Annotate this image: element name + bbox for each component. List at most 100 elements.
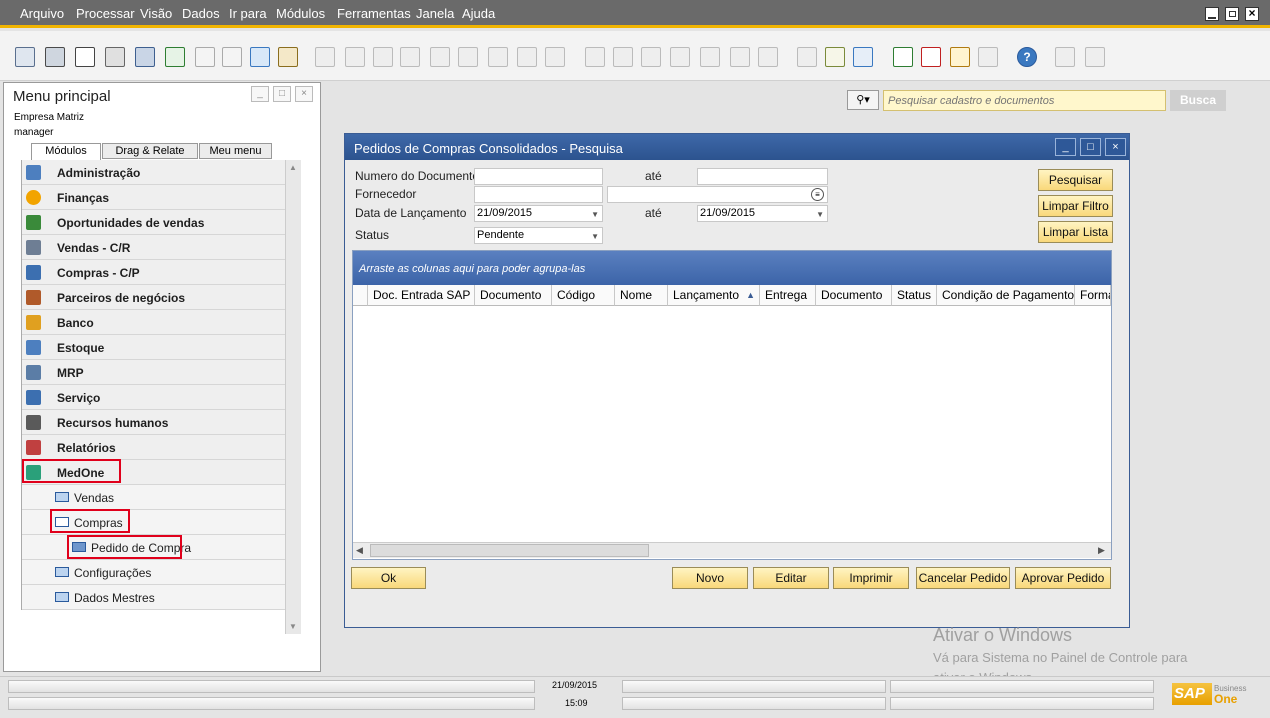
scroll-up-icon[interactable]: ▲	[289, 163, 297, 172]
menu-visao[interactable]: Visão	[140, 6, 172, 21]
limpar-filtro-button[interactable]: Limpar Filtro	[1038, 195, 1113, 217]
filter-icon[interactable]	[517, 47, 537, 67]
menu-processar[interactable]: Processar	[76, 6, 135, 21]
pesquisar-button[interactable]: Pesquisar	[1038, 169, 1113, 191]
col-documento-2[interactable]: Documento	[816, 285, 892, 306]
menu-ajuda[interactable]: Ajuda	[462, 6, 495, 21]
scroll-left-icon[interactable]: ◀	[356, 545, 363, 556]
message-icon[interactable]	[921, 47, 941, 67]
col-status[interactable]: Status	[892, 285, 937, 306]
user-settings-icon[interactable]	[1085, 47, 1105, 67]
col-documento[interactable]: Documento	[475, 285, 552, 306]
dashboard-icon[interactable]	[950, 47, 970, 67]
grid-hscrollbar[interactable]: ◀ ▶	[353, 542, 1111, 558]
add-icon[interactable]	[345, 47, 365, 67]
fornecedor-name-field[interactable]: ≡	[607, 186, 828, 203]
folder-configuracoes[interactable]: Configurações	[22, 560, 285, 585]
sms-icon[interactable]	[105, 47, 125, 67]
sort-icon[interactable]	[545, 47, 565, 67]
col-doc-entrada-sap[interactable]: Doc. Entrada SAP	[368, 285, 475, 306]
settings-doc-icon[interactable]	[825, 47, 845, 67]
module-administracao[interactable]: Administração	[22, 160, 285, 185]
app-restore-button[interactable]	[1225, 7, 1239, 21]
form-settings-icon[interactable]	[853, 47, 873, 67]
email-icon[interactable]	[75, 47, 95, 67]
find-icon[interactable]	[315, 47, 335, 67]
customize-icon[interactable]	[1055, 47, 1075, 67]
volume-weight-icon[interactable]	[730, 47, 750, 67]
module-banco[interactable]: Banco	[22, 310, 285, 335]
module-estoque[interactable]: Estoque	[22, 335, 285, 360]
search-button[interactable]: Busca	[1170, 90, 1226, 111]
folder-vendas[interactable]: Vendas	[22, 485, 285, 510]
previous-record-icon[interactable]	[400, 47, 420, 67]
limpar-lista-button[interactable]: Limpar Lista	[1038, 221, 1113, 243]
refresh-icon[interactable]	[488, 47, 508, 67]
calendar-icon[interactable]	[893, 47, 913, 67]
print-icon[interactable]	[45, 47, 65, 67]
novo-button[interactable]: Novo	[672, 567, 748, 589]
help-icon[interactable]: ?	[1017, 47, 1037, 67]
module-rh[interactable]: Recursos humanos	[22, 410, 285, 435]
col-nome[interactable]: Nome	[615, 285, 668, 306]
data-from-field[interactable]: 21/09/2015 ▼	[474, 205, 603, 222]
tab-drag-relate[interactable]: Drag & Relate	[102, 143, 198, 159]
payment-means-icon[interactable]	[670, 47, 690, 67]
panel-maximize-button[interactable]: □	[273, 86, 291, 102]
module-mrp[interactable]: MRP	[22, 360, 285, 385]
ok-button[interactable]: Ok	[351, 567, 426, 589]
col-condicao-pagamento[interactable]: Condição de Pagamento	[937, 285, 1075, 306]
col-lancamento[interactable]: Lançamento ▲	[668, 285, 760, 306]
panel-close-button[interactable]: ×	[295, 86, 313, 102]
module-compras[interactable]: Compras - C/P	[22, 260, 285, 285]
tab-meu-menu[interactable]: Meu menu	[199, 143, 272, 159]
menu-janela[interactable]: Janela	[416, 6, 454, 21]
journal-entry-icon[interactable]	[641, 47, 661, 67]
next-record-icon[interactable]	[430, 47, 450, 67]
menu-modulos[interactable]: Módulos	[276, 6, 325, 21]
launch-app-icon[interactable]	[250, 47, 270, 67]
panel-minimize-button[interactable]: _	[251, 86, 269, 102]
module-servico[interactable]: Serviço	[22, 385, 285, 410]
module-parceiros[interactable]: Parceiros de negócios	[22, 285, 285, 310]
search-input[interactable]	[883, 90, 1166, 111]
imprimir-button[interactable]: Imprimir	[833, 567, 909, 589]
gross-profit-icon[interactable]	[700, 47, 720, 67]
form-close-button[interactable]: ×	[1105, 138, 1126, 156]
aprovar-pedido-button[interactable]: Aprovar Pedido	[1015, 567, 1111, 589]
base-document-icon[interactable]	[585, 47, 605, 67]
numero-from-field[interactable]	[474, 168, 603, 185]
menu-dados[interactable]: Dados	[182, 6, 220, 21]
last-record-icon[interactable]	[458, 47, 478, 67]
target-document-icon[interactable]	[613, 47, 633, 67]
lock-screen-icon[interactable]	[278, 47, 298, 67]
scroll-down-icon[interactable]: ▼	[289, 622, 297, 631]
form-maximize-button[interactable]: □	[1080, 138, 1101, 156]
layout-icon[interactable]	[978, 47, 998, 67]
data-to-field[interactable]: 21/09/2015 ▼	[697, 205, 828, 222]
module-relatorios[interactable]: Relatórios	[22, 435, 285, 460]
modules-scrollbar[interactable]: ▲ ▼	[285, 160, 301, 634]
word-export-icon[interactable]	[195, 47, 215, 67]
group-by-area[interactable]: Arraste as colunas aqui para poder agrup…	[353, 251, 1111, 285]
edit-icon[interactable]	[797, 47, 817, 67]
app-minimize-button[interactable]	[1205, 7, 1219, 21]
module-vendas[interactable]: Vendas - C/R	[22, 235, 285, 260]
menu-arquivo[interactable]: Arquivo	[20, 6, 64, 21]
menu-ir-para[interactable]: Ir para	[229, 6, 267, 21]
editar-button[interactable]: Editar	[753, 567, 829, 589]
numero-to-field[interactable]	[697, 168, 828, 185]
tab-modulos[interactable]: Módulos	[31, 143, 101, 160]
folder-dados-mestres[interactable]: Dados Mestres	[22, 585, 285, 610]
pdf-export-icon[interactable]	[222, 47, 242, 67]
form-minimize-button[interactable]: _	[1055, 138, 1076, 156]
fornecedor-code-field[interactable]	[474, 186, 603, 203]
col-entrega[interactable]: Entrega	[760, 285, 816, 306]
module-financas[interactable]: Finanças	[22, 185, 285, 210]
first-record-icon[interactable]	[373, 47, 393, 67]
grid-scroll-thumb[interactable]	[370, 544, 649, 557]
search-scope-dropdown[interactable]: ⚲▾	[847, 90, 879, 110]
cancelar-pedido-button[interactable]: Cancelar Pedido	[916, 567, 1010, 589]
app-close-button[interactable]: ×	[1245, 7, 1259, 21]
status-select[interactable]: Pendente ▼	[474, 227, 603, 244]
